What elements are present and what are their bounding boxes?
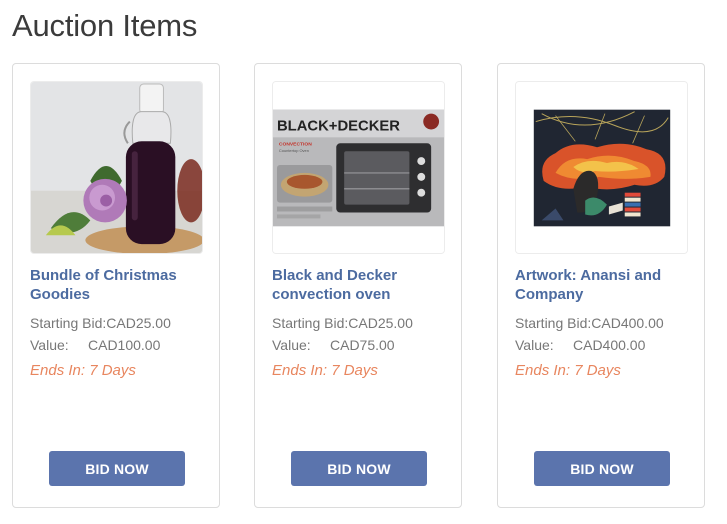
value-amount: CAD75.00 — [330, 337, 395, 353]
ends-in-text: Ends In: 7 Days — [515, 362, 621, 379]
item-value: Value: CAD75.00 — [272, 337, 395, 353]
auction-card: Artwork: Anansi and Company Starting Bid… — [497, 63, 705, 508]
item-value: Value: CAD100.00 — [30, 337, 160, 353]
starting-bid: Starting Bid:CAD25.00 — [272, 315, 413, 331]
item-title-link[interactable]: Black and Decker convection oven — [272, 266, 452, 304]
item-value: Value: CAD400.00 — [515, 337, 645, 353]
item-title-link[interactable]: Bundle of Christmas Goodies — [30, 266, 210, 304]
auction-card: BLACK+DECKER CONVECTION Countertop Oven … — [254, 63, 462, 508]
bottle-photo — [31, 82, 202, 253]
bid-now-button[interactable]: BID NOW — [291, 451, 427, 486]
starting-bid: Starting Bid:CAD400.00 — [515, 315, 664, 331]
starting-bid-label: Starting Bid: — [272, 315, 349, 331]
starting-bid-value: CAD400.00 — [591, 315, 664, 331]
oven-box-photo: BLACK+DECKER CONVECTION Countertop Oven — [273, 82, 444, 253]
starting-bid-label: Starting Bid: — [515, 315, 592, 331]
starting-bid-label: Starting Bid: — [30, 315, 107, 331]
item-image[interactable] — [30, 81, 203, 254]
auction-card: Bundle of Christmas Goodies Starting Bid… — [12, 63, 220, 508]
item-image[interactable]: BLACK+DECKER CONVECTION Countertop Oven — [272, 81, 445, 254]
starting-bid-value: CAD25.00 — [348, 315, 413, 331]
value-label: Value: — [272, 337, 311, 353]
item-image[interactable] — [515, 81, 688, 254]
value-amount: CAD100.00 — [88, 337, 161, 353]
bid-now-button[interactable]: BID NOW — [534, 451, 670, 486]
value-amount: CAD400.00 — [573, 337, 646, 353]
ends-in-text: Ends In: 7 Days — [30, 362, 136, 379]
starting-bid-value: CAD25.00 — [106, 315, 171, 331]
item-title-link[interactable]: Artwork: Anansi and Company — [515, 266, 695, 304]
starting-bid: Starting Bid:CAD25.00 — [30, 315, 171, 331]
painting-photo — [516, 82, 687, 253]
value-label: Value: — [30, 337, 69, 353]
value-label: Value: — [515, 337, 554, 353]
bid-now-button[interactable]: BID NOW — [49, 451, 185, 486]
oven-caption-text: Countertop Oven — [279, 148, 309, 153]
ends-in-text: Ends In: 7 Days — [272, 362, 378, 379]
oven-subtitle-text: CONVECTION — [279, 141, 312, 147]
page-title: Auction Items — [12, 8, 198, 43]
oven-brand-text: BLACK+DECKER — [277, 118, 400, 134]
